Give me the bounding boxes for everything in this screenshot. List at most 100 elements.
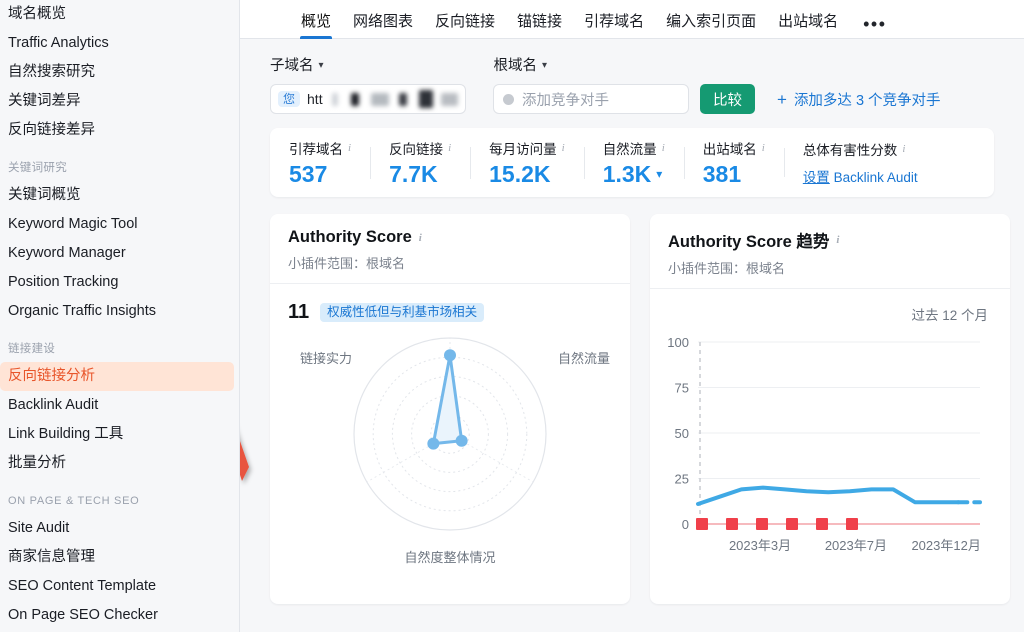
domain-input[interactable]: 您 htt xyxy=(270,84,466,114)
tab-overview[interactable]: 概览 xyxy=(290,14,342,39)
metric-outbound-domains[interactable]: 出站域名 i 381 xyxy=(683,138,784,188)
sidebar-item-backlink-analytics[interactable]: 反向链接分析 xyxy=(0,362,234,391)
sidebar-item-site-audit[interactable]: Site Audit xyxy=(0,514,234,543)
info-icon[interactable]: i xyxy=(662,142,665,154)
tab-label: 引荐域名 xyxy=(584,13,645,30)
arrow-shape xyxy=(240,441,249,481)
sidebar-item-backlink-audit[interactable]: Backlink Audit xyxy=(0,391,234,420)
metric-label-row: 自然流量 i xyxy=(603,138,665,158)
tab-anchors[interactable]: 锚链接 xyxy=(506,14,573,38)
add-competitors-label: 添加多达 3 个竞争对手 xyxy=(793,92,941,109)
metric-backlinks[interactable]: 反向链接 i 7.7K xyxy=(370,138,470,188)
svg-text:2023年7月: 2023年7月 xyxy=(825,538,887,553)
metric-label: 引荐域名 xyxy=(289,141,343,157)
competitor-input-placeholder: 添加竞争对手 xyxy=(522,92,609,109)
info-icon[interactable]: i xyxy=(419,232,422,244)
sidebar-group-on-page-tech-seo: ON PAGE & TECH SEO xyxy=(8,495,140,507)
compare-inputs-row: 您 htt 添加竞争对手 比较 + 添加多达 3 个竞争对手 xyxy=(270,84,1024,114)
sidebar-item-keyword-manager[interactable]: Keyword Manager xyxy=(0,239,234,268)
competitor-dot-icon xyxy=(503,93,514,105)
info-icon[interactable]: i xyxy=(902,143,905,155)
sidebar-item-label: Keyword Manager xyxy=(8,245,126,261)
plus-icon: + xyxy=(777,89,787,109)
authority-score-row: 11 权威性低但与利基市场相关 xyxy=(270,284,630,324)
main-content: 概览 网络图表 反向链接 锚链接 引荐域名 编入索引页面 出站域名 ••• 子域… xyxy=(240,0,1024,632)
sidebar-item-organic-traffic-insights[interactable]: Organic Traffic Insights xyxy=(0,297,234,326)
setup-target: Backlink Audit xyxy=(833,170,918,185)
metric-label-row: 反向链接 i xyxy=(389,138,451,158)
info-icon[interactable]: i xyxy=(448,142,451,154)
sidebar-item-seo-content-template[interactable]: SEO Content Template xyxy=(0,572,234,601)
sidebar-item-bulk-analysis[interactable]: 批量分析 xyxy=(0,449,234,478)
metric-value-row: 1.3K ▾ xyxy=(603,161,665,188)
subdomain-scope-select[interactable]: 子域名 ▾ xyxy=(270,54,324,75)
sidebar-item-listing-management[interactable]: 商家信息管理 xyxy=(0,543,234,572)
sidebar-item-traffic-analytics[interactable]: Traffic Analytics xyxy=(0,29,234,58)
sidebar-item-label: 反向链接差异 xyxy=(8,122,95,138)
chevron-down-icon: ▾ xyxy=(542,59,548,71)
sidebar-item-label: 自然搜索研究 xyxy=(8,64,95,80)
tab-outbound-domains[interactable]: 出站域名 xyxy=(767,14,849,38)
tab-backlinks[interactable]: 反向链接 xyxy=(424,14,506,38)
info-icon[interactable]: i xyxy=(562,142,565,154)
tab-indexed-pages[interactable]: 编入索引页面 xyxy=(655,14,767,38)
redacted-url-block xyxy=(441,92,458,106)
metric-label: 反向链接 xyxy=(389,141,444,157)
sidebar-item-organic-research[interactable]: 自然搜索研究 xyxy=(0,58,234,87)
info-icon[interactable]: i xyxy=(836,234,839,246)
radar-axis-label-link-power: 链接实力 xyxy=(300,351,353,366)
sidebar: 域名概览 Traffic Analytics 自然搜索研究 关键词差异 反向链接… xyxy=(0,0,240,632)
metric-label: 总体有害性分数 xyxy=(802,143,898,158)
sidebar-item-backlink-gap[interactable]: 反向链接差异 xyxy=(0,116,234,145)
metric-value: 1.3K xyxy=(602,160,652,187)
add-competitors-link[interactable]: + 添加多达 3 个竞争对手 xyxy=(777,89,941,110)
sidebar-item-label: 域名概览 xyxy=(8,6,66,22)
sidebar-item-link-building-tool[interactable]: Link Building 工具 xyxy=(0,420,234,449)
metric-monthly-visits[interactable]: 每月访问量 i 15.2K xyxy=(470,138,584,188)
sidebar-item-label: 关键词概览 xyxy=(8,187,81,203)
authority-card-header: Authority Score i 小插件范围：根域名 xyxy=(270,214,630,284)
sidebar-item-keyword-magic-tool[interactable]: Keyword Magic Tool xyxy=(0,210,234,239)
tab-label: 编入索引页面 xyxy=(666,13,757,30)
metric-label: 自然流量 xyxy=(602,141,657,157)
info-icon[interactable]: i xyxy=(348,142,351,154)
metrics-bar: 引荐域名 i 537 反向链接 i 7.7K 每月访问量 i 15.2K 自然流… xyxy=(270,128,994,197)
sidebar-item-label: 批量分析 xyxy=(8,455,66,471)
sidebar-item-keyword-overview[interactable]: 关键词概览 xyxy=(0,181,234,210)
setup-prefix: 设置 xyxy=(802,170,830,185)
redacted-url-block xyxy=(370,92,389,106)
radar-axis-label-organic-traffic: 自然流量 xyxy=(557,351,610,366)
competitor-input[interactable]: 添加竞争对手 xyxy=(493,84,689,114)
tab-referring-domains[interactable]: 引荐域名 xyxy=(573,14,655,38)
sidebar-section-link: 反向链接分析 Backlink Audit Link Building 工具 批… xyxy=(0,362,239,478)
metric-value: 15.2K xyxy=(489,160,551,187)
sidebar-item-label: Site Audit xyxy=(8,520,70,536)
authority-score-card: Authority Score i 小插件范围：根域名 11 权威性低但与利基市… xyxy=(270,214,630,604)
setup-backlink-audit-link[interactable]: 设置 Backlink Audit xyxy=(803,166,918,186)
authority-trend-card: Authority Score 趋势 i 小插件范围：根域名 过去 12 个月 … xyxy=(650,214,1010,604)
sidebar-item-label: Traffic Analytics xyxy=(8,35,109,51)
sidebar-item-label: Keyword Magic Tool xyxy=(8,216,138,232)
radar-axis-label-natural-profile: 自然度整体情况 xyxy=(404,550,496,565)
radar-chart: 链接实力 自然流量 自然度整体情况 xyxy=(270,324,630,574)
chevron-down-icon[interactable]: ▾ xyxy=(656,167,662,181)
compare-button[interactable]: 比较 xyxy=(700,84,755,114)
metric-label: 出站域名 xyxy=(702,141,757,157)
sidebar-item-keyword-gap[interactable]: 关键词差异 xyxy=(0,87,234,116)
root-domain-scope-select[interactable]: 根域名 ▾ xyxy=(494,54,548,75)
metric-referring-domains[interactable]: 引荐域名 i 537 xyxy=(270,138,370,188)
metric-organic-traffic[interactable]: 自然流量 i 1.3K ▾ xyxy=(583,138,684,188)
tab-label: 反向链接 xyxy=(435,13,496,30)
tab-network-graph[interactable]: 网络图表 xyxy=(342,14,424,38)
info-icon[interactable]: i xyxy=(762,142,765,154)
sidebar-item-position-tracking[interactable]: Position Tracking xyxy=(0,268,234,297)
svg-text:100: 100 xyxy=(667,335,689,350)
tab-overflow-menu-icon[interactable]: ••• xyxy=(849,15,896,38)
sidebar-item-domain-overview[interactable]: 域名概览 xyxy=(0,0,234,29)
app-root: 域名概览 Traffic Analytics 自然搜索研究 关键词差异 反向链接… xyxy=(0,0,1024,632)
metric-label-row: 出站域名 i xyxy=(703,138,765,158)
sidebar-item-on-page-seo-checker[interactable]: On Page SEO Checker xyxy=(0,601,234,630)
sidebar-item-label: Organic Traffic Insights xyxy=(8,303,157,319)
sidebar-section-top: 域名概览 Traffic Analytics 自然搜索研究 关键词差异 反向链接… xyxy=(0,0,239,145)
metric-label-row: 引荐域名 i xyxy=(289,138,351,158)
